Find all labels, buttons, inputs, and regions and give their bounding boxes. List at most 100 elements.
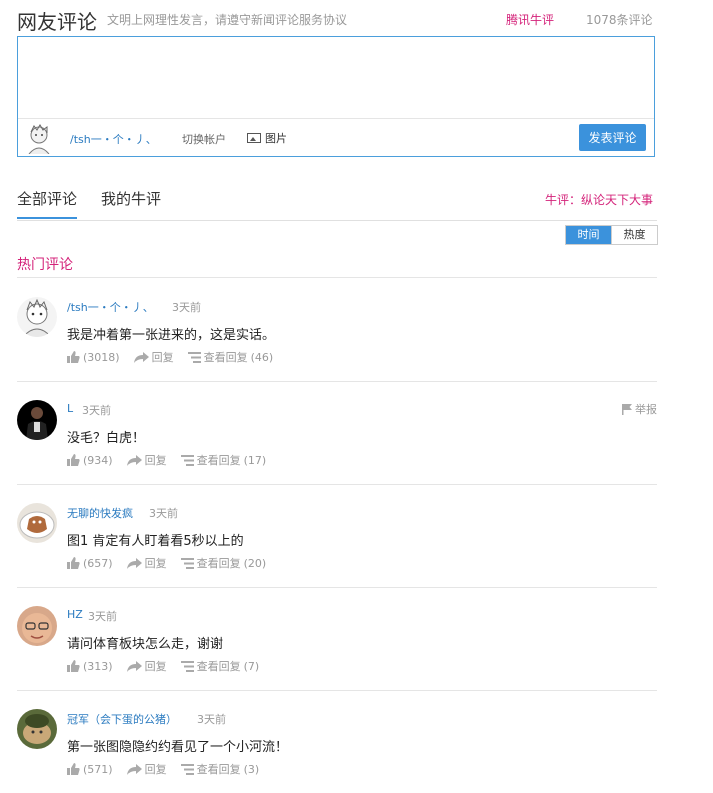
comment-actions: (571) 回复 查看回复 (3) — [67, 761, 273, 777]
thumbs-up-icon — [67, 763, 80, 775]
comment-text: 没毛？白虎！ — [67, 431, 146, 446]
user-avatar[interactable] — [17, 606, 57, 646]
flag-icon — [622, 403, 632, 415]
comment-time: 3天前 — [149, 507, 178, 520]
like-button[interactable]: (313) — [67, 660, 113, 673]
reply-count: (46) — [250, 350, 274, 364]
comment-time: 3天前 — [82, 404, 111, 417]
comment-policy-text[interactable]: 文明上网理性发言，请遵守新闻评论服务协议 — [107, 11, 347, 28]
like-button[interactable]: (934) — [67, 454, 113, 467]
view-replies-button[interactable]: 查看回复 (17) — [180, 452, 267, 468]
comment-username[interactable]: 无聊的快发疯 — [67, 505, 133, 521]
comment-item: 冠军（会下蛋的公猪） 3天前 第一张图隐隐约约看见了一个小河流！ (571) 回… — [17, 690, 657, 793]
page-title: 网友评论 — [17, 10, 97, 34]
reply-label: 回复 — [151, 351, 174, 364]
sort-toggle: 时间 热度 — [565, 225, 658, 245]
view-replies-label: 查看回复 — [203, 351, 248, 364]
comment-time: 3天前 — [88, 610, 117, 623]
current-user-name[interactable]: /tsh一・个・丿、 — [70, 131, 157, 147]
reply-label: 回复 — [144, 454, 167, 467]
reply-button[interactable]: 回复 — [126, 555, 167, 571]
view-replies-button[interactable]: 查看回复 (20) — [180, 555, 267, 571]
comment-username[interactable]: L — [67, 402, 73, 415]
tencent-niuping-link[interactable]: 腾讯牛评 — [506, 11, 554, 28]
thumbs-up-icon — [67, 454, 80, 466]
comment-tabs: 全部评论 我的牛评 牛评：纵论天下大事 — [17, 188, 657, 221]
comment-actions: (657) 回复 查看回复 (20) — [67, 555, 280, 571]
comment-text: 我是冲着第一张进来的，这是实话。 — [67, 328, 276, 343]
reply-count: (20) — [243, 556, 267, 570]
comment-item: /tsh一・个・丿、 3天前 我是冲着第一张进来的，这是实话。 (3018) 回… — [17, 278, 657, 382]
reply-arrow-icon — [126, 557, 142, 569]
thumbs-up-icon — [67, 660, 80, 672]
reply-button[interactable]: 回复 — [126, 761, 167, 777]
reply-label: 回复 — [144, 763, 167, 776]
niuping-slogan-link[interactable]: 牛评：纵论天下大事 — [545, 191, 653, 208]
view-replies-button[interactable]: 查看回复 (3) — [180, 761, 260, 777]
reply-arrow-icon — [126, 454, 142, 466]
reply-arrow-icon — [133, 351, 149, 363]
user-avatar[interactable] — [17, 400, 57, 440]
like-button[interactable]: (571) — [67, 763, 113, 776]
comment-item: HZ 3天前 请问体育板块怎么走，谢谢 (313) 回复 查看回复 (7) — [17, 587, 657, 691]
comment-username[interactable]: /tsh一・个・丿、 — [67, 299, 154, 315]
comment-textarea[interactable] — [18, 37, 654, 117]
current-user-avatar[interactable] — [26, 124, 52, 154]
reply-button[interactable]: 回复 — [126, 452, 167, 468]
list-icon — [180, 660, 194, 672]
reply-button[interactable]: 回复 — [133, 349, 174, 365]
comment-time: 3天前 — [197, 713, 226, 726]
comment-time: 3天前 — [172, 301, 201, 314]
view-replies-button[interactable]: 查看回复 (46) — [187, 349, 274, 365]
insert-image-button[interactable]: 图片 — [247, 130, 287, 146]
list-icon — [187, 351, 201, 363]
comment-item: 无聊的快发疯 3天前 图1 肯定有人盯着看5秒以上的 (657) 回复 查看回复… — [17, 484, 657, 588]
comment-actions: (934) 回复 查看回复 (17) — [67, 452, 280, 468]
insert-image-label: 图片 — [265, 132, 287, 145]
view-replies-button[interactable]: 查看回复 (7) — [180, 658, 260, 674]
reply-label: 回复 — [144, 660, 167, 673]
hot-comments-heading: 热门评论 — [17, 257, 73, 273]
comment-text: 第一张图隐隐约约看见了一个小河流！ — [67, 740, 289, 755]
reply-arrow-icon — [126, 763, 142, 775]
like-button[interactable]: (3018) — [67, 351, 120, 364]
sort-by-time-button[interactable]: 时间 — [566, 226, 611, 244]
comment-username[interactable]: HZ — [67, 608, 83, 621]
reply-label: 回复 — [144, 557, 167, 570]
view-replies-label: 查看回复 — [196, 557, 241, 570]
reply-count: (7) — [243, 659, 260, 673]
list-icon — [180, 763, 194, 775]
tab-my-comments[interactable]: 我的牛评 — [101, 188, 161, 217]
user-avatar[interactable] — [17, 709, 57, 749]
reply-arrow-icon — [126, 660, 142, 672]
user-avatar[interactable] — [17, 503, 57, 543]
switch-account-link[interactable]: 切换帐户 — [182, 131, 226, 147]
reply-count: (3) — [243, 762, 260, 776]
thumbs-up-icon — [67, 351, 80, 363]
report-label: 举报 — [635, 403, 657, 416]
view-replies-label: 查看回复 — [196, 660, 241, 673]
comment-username[interactable]: 冠军（会下蛋的公猪） — [67, 711, 177, 727]
comment-count[interactable]: 1078条评论 — [586, 11, 653, 28]
user-avatar[interactable] — [17, 297, 57, 337]
like-count: (934) — [83, 453, 113, 467]
sort-by-hot-button[interactable]: 热度 — [611, 226, 657, 244]
comment-actions: (3018) 回复 查看回复 (46) — [67, 349, 287, 365]
editor-toolbar: /tsh一・个・丿、 切换帐户 图片 发表评论 — [18, 118, 654, 157]
like-count: (657) — [83, 556, 113, 570]
tab-all-comments[interactable]: 全部评论 — [17, 188, 78, 219]
list-icon — [180, 454, 194, 466]
comment-item: L 3天前 举报 没毛？白虎！ (934) 回复 查看回复 (17) — [17, 381, 657, 485]
reply-count: (17) — [243, 453, 267, 467]
like-button[interactable]: (657) — [67, 557, 113, 570]
comment-actions: (313) 回复 查看回复 (7) — [67, 658, 273, 674]
post-comment-button[interactable]: 发表评论 — [579, 124, 646, 151]
like-count: (3018) — [83, 350, 120, 364]
list-icon — [180, 557, 194, 569]
thumbs-up-icon — [67, 557, 80, 569]
like-count: (571) — [83, 762, 113, 776]
report-button[interactable]: 举报 — [622, 401, 657, 417]
comment-editor: /tsh一・个・丿、 切换帐户 图片 发表评论 — [17, 36, 655, 157]
reply-button[interactable]: 回复 — [126, 658, 167, 674]
image-icon — [247, 133, 261, 143]
